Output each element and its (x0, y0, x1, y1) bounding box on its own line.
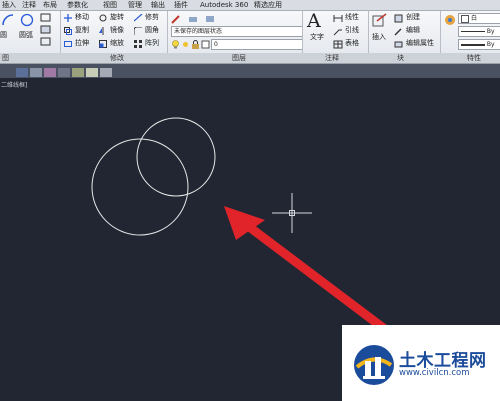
watermark-url: www.civilcn.com (399, 368, 470, 378)
lineweight-dropdown[interactable]: By (458, 39, 500, 50)
create-block-icon (394, 14, 403, 23)
copy-icon (64, 27, 72, 35)
lineweight-value: By (486, 41, 495, 48)
insert-block-label: 插入 (372, 33, 386, 41)
circle-icon[interactable] (20, 13, 34, 27)
trim-icon (134, 14, 143, 22)
rotate-icon (99, 14, 107, 22)
color-value: 白 (471, 15, 478, 22)
edit-block-button[interactable]: 编辑 (406, 26, 420, 35)
move-button[interactable]: 移动 (75, 13, 89, 22)
lightbulb-icon[interactable] (171, 40, 180, 49)
tab-manage[interactable]: 管理 (128, 0, 142, 10)
tab-view[interactable]: 视图 (103, 0, 117, 10)
tab-plugins[interactable]: 插件 (174, 0, 188, 10)
stretch-icon (64, 41, 72, 47)
panel-title-modify[interactable]: 修改 (110, 53, 124, 63)
linear-dimension-button[interactable]: 线性 (345, 13, 359, 22)
layer-properties-icon[interactable] (171, 14, 181, 24)
linetype-dropdown[interactable]: By (458, 26, 500, 37)
stretch-button[interactable]: 拉伸 (75, 39, 89, 48)
create-block-button[interactable]: 创建 (406, 13, 420, 22)
array-button[interactable]: 阵列 (145, 39, 159, 48)
tab-insert[interactable]: 插入 (2, 0, 16, 10)
menu-tab-bar: 插入 注释 布局 参数化 视图 管理 输出 插件 Autodesk 360 精选… (0, 0, 500, 11)
fillet-button[interactable]: 圆角 (145, 26, 159, 35)
insert-block-icon[interactable] (372, 13, 388, 29)
match-properties-icon[interactable] (444, 14, 456, 26)
leader-icon (333, 29, 342, 36)
color-swatch (461, 14, 469, 23)
divider (167, 11, 168, 53)
rectangle-icon[interactable] (40, 13, 52, 23)
sun-icon[interactable] (181, 40, 190, 49)
file-tab[interactable] (86, 68, 98, 77)
edit-block-icon (394, 28, 402, 36)
table-icon (333, 40, 343, 49)
layer-state-dropdown[interactable]: 未保存的图层状态 (171, 26, 303, 37)
annotation-arrow (224, 206, 395, 338)
leader-button[interactable]: 引线 (345, 26, 359, 35)
arc-icon[interactable] (1, 13, 15, 27)
panel-title-annotation[interactable]: 注释 (325, 53, 339, 63)
panel-title-block[interactable]: 块 (397, 53, 404, 63)
edit-attribute-button[interactable]: 编辑属性 (406, 39, 434, 48)
tab-output[interactable]: 输出 (151, 0, 165, 10)
text-tool-label[interactable]: 文字 (310, 33, 324, 42)
file-tab[interactable] (44, 68, 56, 77)
layer-color-swatch[interactable] (201, 40, 210, 49)
fillet-icon (134, 27, 142, 35)
hatch-icon[interactable] (40, 25, 52, 35)
file-tab[interactable] (100, 68, 112, 77)
file-tab[interactable] (30, 68, 42, 77)
tab-layout[interactable]: 布局 (43, 0, 57, 10)
arc-label: 圆 (0, 31, 7, 39)
divider (440, 11, 441, 53)
panel-title-draw[interactable]: 图 (2, 53, 9, 63)
layer-dropdown[interactable]: 0 (211, 39, 303, 50)
mirror-button[interactable]: 镜像 (110, 26, 124, 35)
lineweight-sample (461, 43, 485, 46)
divider (368, 11, 369, 53)
edit-attribute-icon (394, 41, 403, 48)
circle-label: 圆弧 (19, 31, 33, 39)
divider (302, 11, 303, 53)
move-icon (64, 14, 72, 22)
copy-button[interactable]: 复制 (75, 26, 89, 35)
linetype-sample (461, 31, 485, 32)
color-dropdown[interactable]: 白 (458, 13, 500, 24)
panel-title-layer[interactable]: 图层 (232, 53, 246, 63)
tab-parametric[interactable]: 参数化 (67, 0, 88, 10)
linear-dimension-icon (333, 15, 343, 22)
rotate-button[interactable]: 旋转 (110, 13, 124, 22)
watermark-logo-icon (354, 345, 394, 385)
circle-large[interactable] (91, 138, 189, 236)
crosshair-cursor (272, 193, 312, 233)
file-tab[interactable] (16, 68, 28, 77)
tab-autodesk-360[interactable]: Autodesk 360 (200, 0, 248, 10)
circle-small[interactable] (136, 117, 216, 197)
table-button[interactable]: 表格 (345, 39, 359, 48)
tab-annotate[interactable]: 注释 (22, 0, 36, 10)
linetype-value: By (486, 28, 495, 35)
region-icon[interactable] (40, 37, 52, 47)
array-icon (134, 40, 142, 48)
file-tab[interactable] (58, 68, 70, 77)
mirror-icon (99, 27, 104, 35)
file-tab[interactable] (72, 68, 84, 77)
panel-title-bar: 图 修改 图层 注释 块 特性 (0, 53, 500, 64)
layer-tools-icon[interactable] (205, 14, 215, 24)
tab-featured-apps[interactable]: 精选应用 (254, 0, 282, 10)
scale-icon (99, 40, 107, 48)
trim-button[interactable]: 修剪 (145, 13, 159, 22)
divider (60, 11, 61, 53)
lock-icon[interactable] (191, 40, 200, 49)
scale-button[interactable]: 缩放 (110, 39, 124, 48)
text-tool-icon[interactable]: A (307, 10, 321, 32)
layer-state-icon[interactable] (188, 14, 198, 24)
panel-title-properties[interactable]: 特性 (467, 53, 481, 63)
